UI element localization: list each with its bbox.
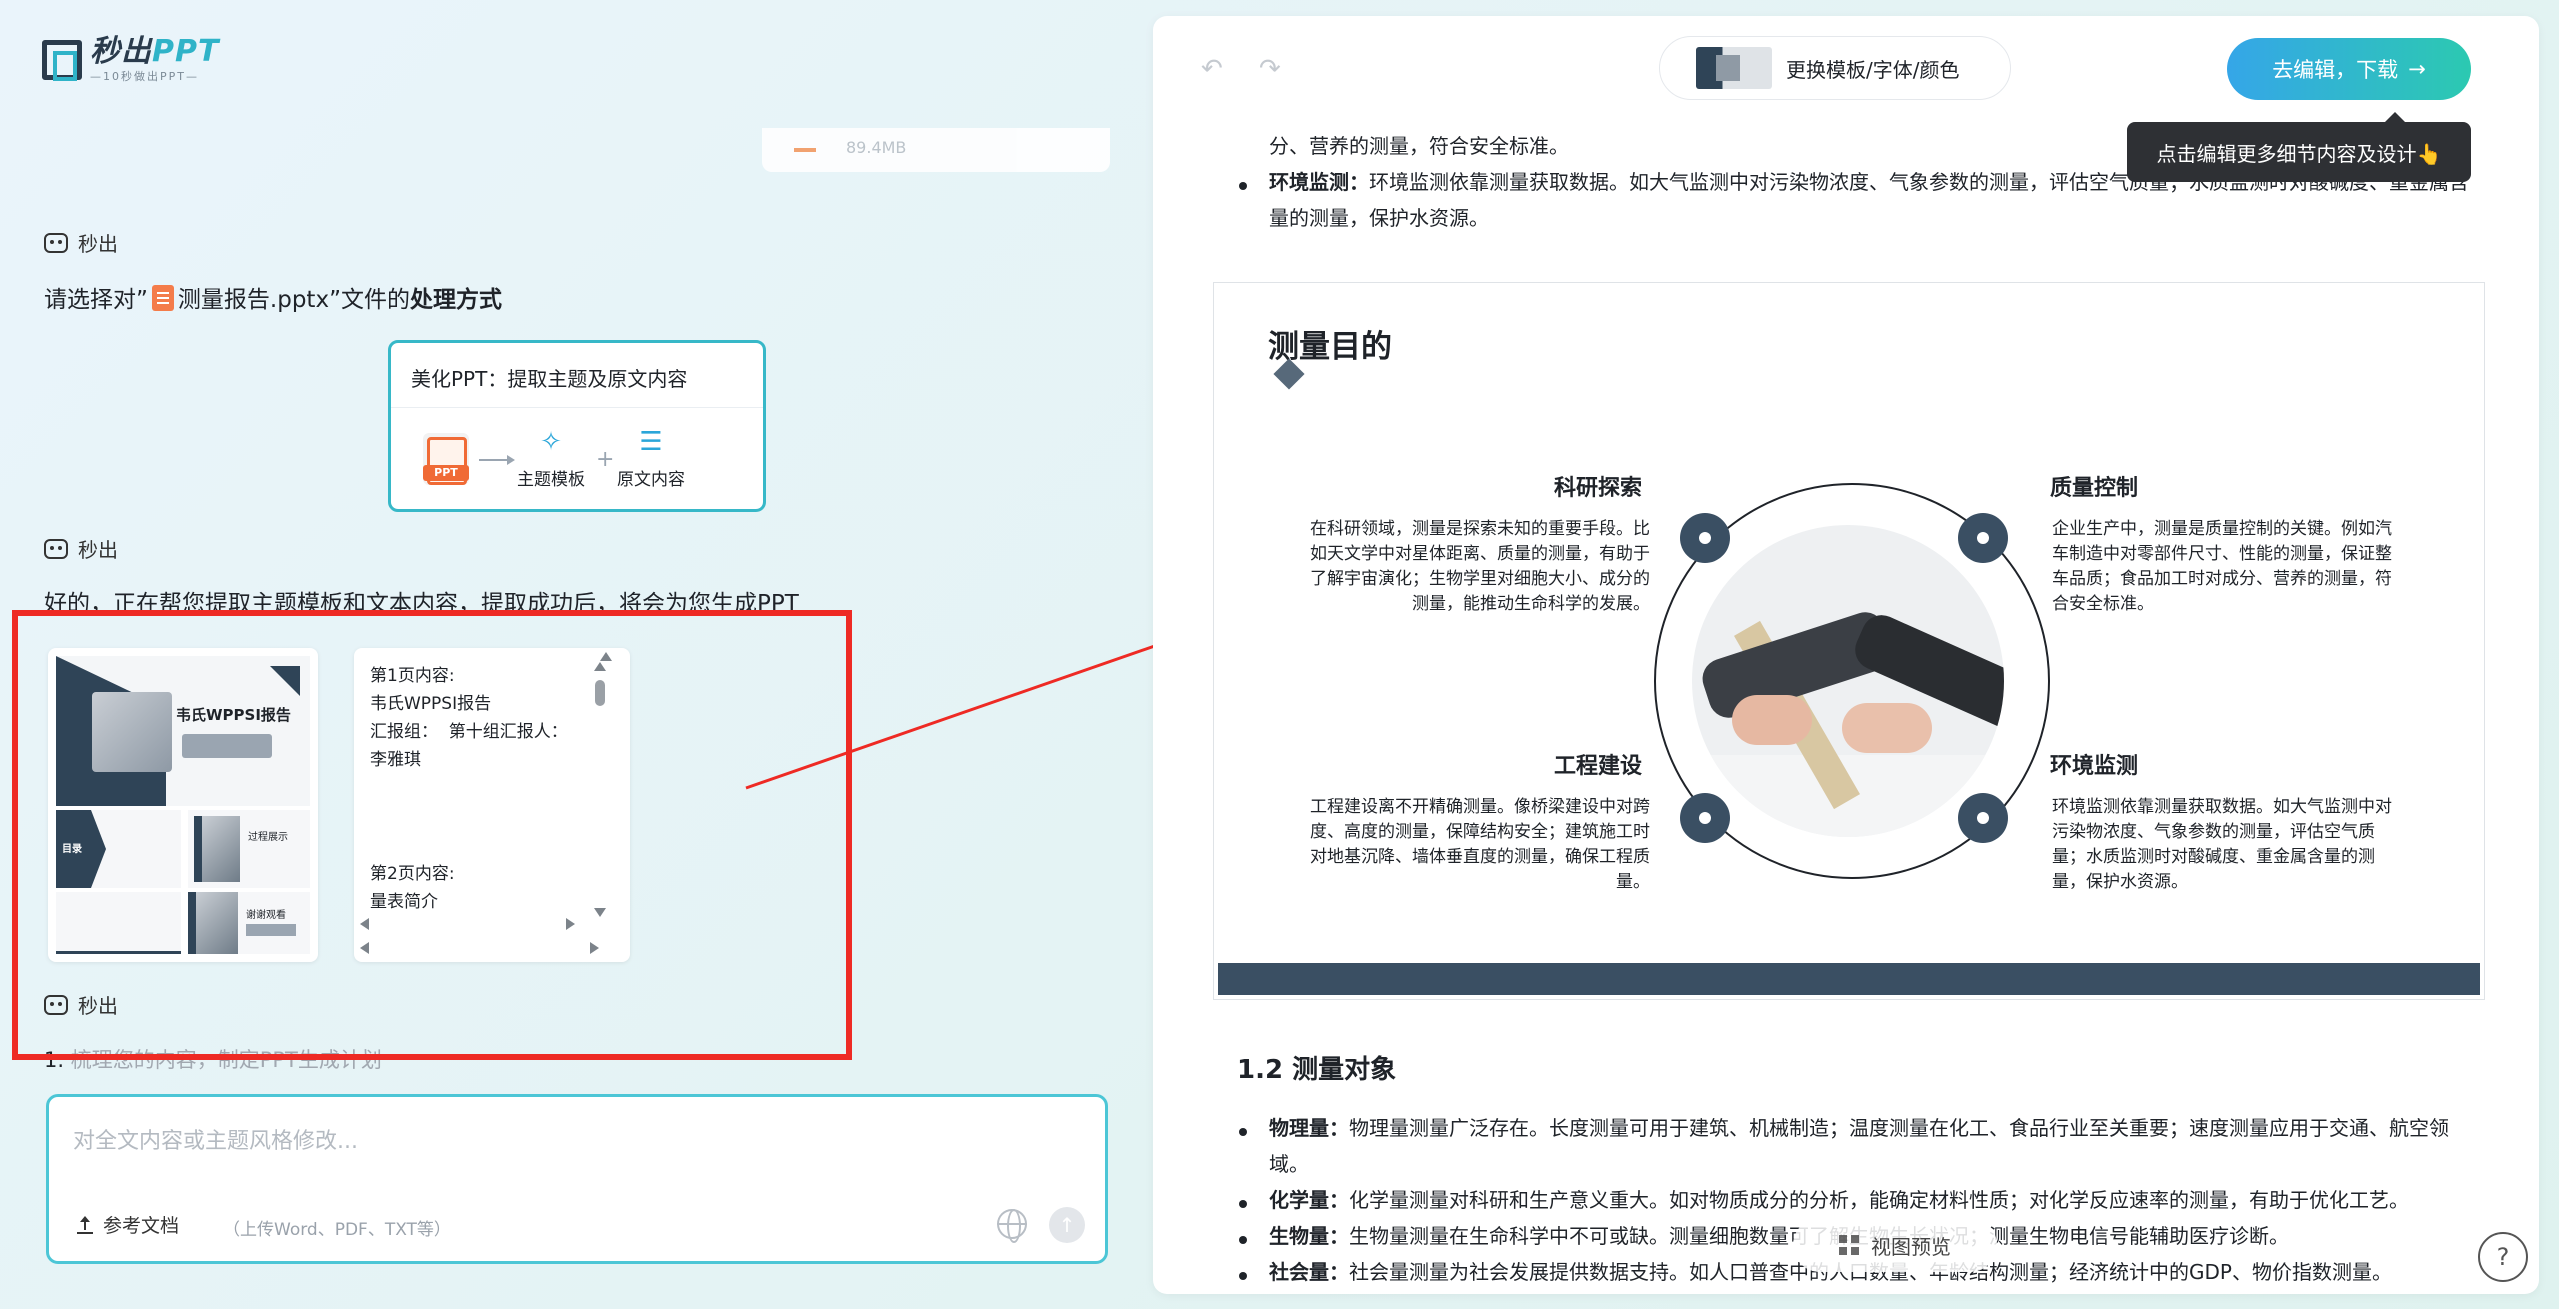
prompt-input[interactable] <box>73 1123 1073 1183</box>
sender-name: 秒出 <box>78 538 118 562</box>
file-size: 89.4MB <box>846 138 907 157</box>
doc-paragraph: 化学量：化学量测量对科研和生产意义重大。如对物质成分的分析，能确定材料性质；对化… <box>1269 1188 2409 1212</box>
node-dot-icon <box>1680 793 1730 843</box>
quadrant-title: 科研探索 <box>1554 476 1643 501</box>
slide-thumbnail-4[interactable] <box>56 892 181 954</box>
vertical-scrollbar[interactable] <box>594 658 606 920</box>
scroll-up-icon[interactable] <box>594 662 606 671</box>
view-preview-button[interactable]: 视图预览 <box>1793 1218 1997 1272</box>
chat-input-box[interactable]: 参考文档 （上传Word、PDF、TXT等） ↑ <box>46 1094 1108 1264</box>
slide-title: 测量目的 <box>1268 329 1392 365</box>
quadrant-title: 环境监测 <box>2050 754 2139 779</box>
magic-wand-icon: ✧ <box>540 427 562 457</box>
quadrant-body: 环境监测依靠测量获取数据。如大气监测中对污染物浓度、气象参数的测量，评估空气质量… <box>2052 797 2392 892</box>
scroll-up-icon[interactable] <box>600 652 612 661</box>
section-heading: 1.2 测量对象 <box>1237 1055 1397 1085</box>
logo-name: 秒出 <box>90 34 152 69</box>
status-message: 好的，正在帮您提取主题模板和文本内容，提取成功后，将会为您生成PPT <box>44 591 799 617</box>
bot-sender: 秒出 <box>44 228 118 257</box>
slide-thumbnail-5[interactable]: 谢谢观看 <box>188 892 310 954</box>
slide-preview[interactable]: 测量目的 科研探索 在科研领域，测量是探索未知的重要手段。比如天文学中对星体距离… <box>1213 282 2485 1000</box>
template-thumbnail <box>1696 47 1772 89</box>
slide-thumbnail-3[interactable]: 过程展示 <box>188 810 310 888</box>
chat-panel: 秒出PPT —10秒做出PPT— 89.4MB 秒出 请选择对” 测量报告.ppt… <box>0 0 1150 1309</box>
redo-icon[interactable]: ↷ <box>1259 54 1281 84</box>
scroll-thumb[interactable] <box>595 680 605 706</box>
measuring-photo <box>1692 525 2004 837</box>
upload-icon <box>77 1215 93 1234</box>
web-search-icon[interactable] <box>997 1209 1027 1243</box>
bullet <box>1239 1272 1247 1280</box>
bullet <box>1239 1128 1247 1136</box>
slide-footer-bar <box>1218 963 2480 995</box>
bot-icon <box>44 232 68 253</box>
scroll-right-icon[interactable] <box>590 942 599 954</box>
bot-icon <box>44 994 68 1015</box>
reference-doc-hint: （上传Word、PDF、TXT等） <box>223 1220 451 1240</box>
bullet <box>1239 1200 1247 1208</box>
quadrant-title: 质量控制 <box>2050 476 2139 501</box>
bot-sender: 秒出 <box>44 990 118 1019</box>
logo-mark-icon <box>42 40 82 81</box>
arrow-icon <box>479 455 515 465</box>
logo-tagline: —10秒做出PPT— <box>90 70 199 83</box>
undo-icon[interactable]: ↶ <box>1201 54 1223 84</box>
theme-template-item: ✧ 主题模板 <box>517 427 585 490</box>
extracted-text: 第1页内容: 韦氏WPPSI报告 汇报组： 第十组汇报人： 李雅琪 第2页内容:… <box>370 666 568 912</box>
node-dot-icon <box>1680 513 1730 563</box>
send-button[interactable]: ↑ <box>1049 1207 1085 1243</box>
node-dot-icon <box>1958 513 2008 563</box>
original-content-item: ☰ 原文内容 <box>617 427 685 490</box>
uploaded-file-card[interactable]: 89.4MB <box>762 128 1110 172</box>
template-thumbnails-card[interactable]: 韦氏WPPSI报告 目录 过程展示 谢谢观看 <box>48 648 318 962</box>
scroll-down-icon[interactable] <box>594 908 606 917</box>
choose-message: 请选择对” 测量报告.pptx”文件的处理方式 <box>44 285 502 313</box>
plus-icon: + <box>596 447 615 472</box>
file-icon <box>794 134 816 152</box>
bullet <box>1239 1236 1247 1244</box>
quadrant-title: 工程建设 <box>1554 754 1643 779</box>
scroll-left-icon[interactable] <box>360 918 369 930</box>
logo-name-ppt: PPT <box>152 34 220 69</box>
sender-name: 秒出 <box>78 994 118 1018</box>
sender-name: 秒出 <box>78 232 118 256</box>
divider <box>391 407 763 408</box>
beautify-option-card[interactable]: 美化PPT：提取主题及原文内容 PPT ✧ 主题模板 + ☰ 原文内容 <box>388 340 766 512</box>
bullet <box>1239 182 1247 190</box>
edit-tooltip: 点击编辑更多细节内容及设计👆 <box>2127 112 2471 182</box>
file-name: 测量报告.pptx <box>177 287 330 313</box>
option-title: 美化PPT：提取主题及原文内容 <box>411 367 688 391</box>
scroll-left-icon[interactable] <box>360 942 369 954</box>
node-dot-icon <box>1958 793 2008 843</box>
grid-icon <box>1839 1235 1859 1255</box>
ppt-file-icon: PPT <box>423 433 469 485</box>
plan-step: 1. 梳理您的内容，制定PPT生成计划 <box>44 1048 382 1072</box>
slide-thumbnail-2[interactable]: 目录 <box>56 810 181 888</box>
quadrant-body: 企业生产中，测量是质量控制的关键。例如汽车制造中对零部件尺寸、性能的测量，保证整… <box>2052 519 2392 614</box>
app-logo[interactable]: 秒出PPT —10秒做出PPT— <box>42 36 219 84</box>
reference-doc-button[interactable]: 参考文档 <box>77 1211 179 1238</box>
change-template-button[interactable]: 更换模板/字体/颜色 <box>1659 36 2011 100</box>
slide-thumbnail-title: 韦氏WPPSI报告 <box>176 706 291 724</box>
arrow-right-icon: → <box>2408 57 2426 81</box>
doc-paragraph: 物理量：物理量测量广泛存在。长度测量可用于建筑、机械制造；温度测量在化工、食品行… <box>1269 1116 2449 1176</box>
help-button[interactable]: ? <box>2478 1232 2528 1282</box>
edit-download-button[interactable]: 去编辑，下载 → <box>2227 38 2471 100</box>
slide-photo <box>92 692 172 772</box>
text-lines-icon: ☰ <box>639 427 663 457</box>
quadrant-body: 工程建设离不开精确测量。像桥梁建设中对跨度、高度的测量，保障结构安全；建筑施工时… <box>1310 797 1650 892</box>
document-preview-panel: 分、营养的测量，符合安全标准。 环境监测：环境监测依靠测量获取数据。如大气监测中… <box>1153 16 2539 1294</box>
slide-thumbnail-1[interactable]: 韦氏WPPSI报告 <box>56 656 310 806</box>
scroll-right-icon[interactable] <box>566 918 575 930</box>
quadrant-body: 在科研领域，测量是探索未知的重要手段。比如天文学中对星体距离、质量的测量，有助于… <box>1310 519 1650 614</box>
bot-sender: 秒出 <box>44 534 118 563</box>
pptx-file-icon <box>151 285 174 311</box>
bot-icon <box>44 538 68 559</box>
extracted-text-card[interactable]: 第1页内容: 韦氏WPPSI报告 汇报组： 第十组汇报人： 李雅琪 第2页内容:… <box>354 648 630 962</box>
